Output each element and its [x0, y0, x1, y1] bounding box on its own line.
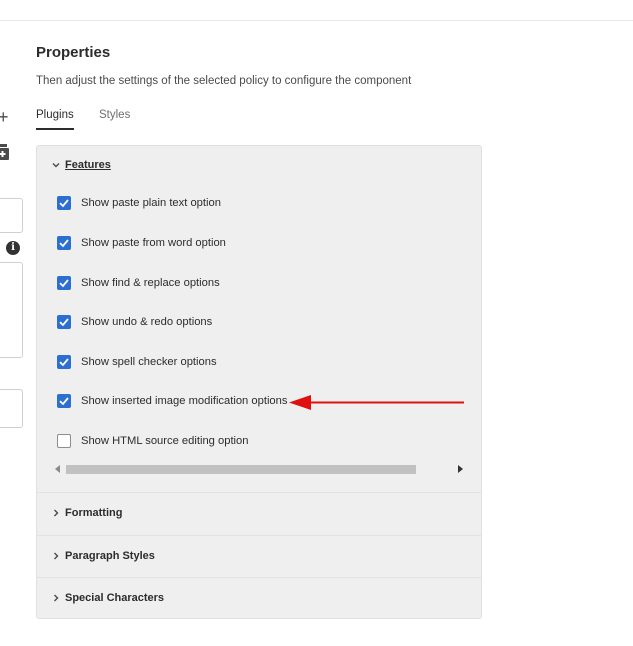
- accordion-header-features[interactable]: Features: [37, 146, 481, 186]
- scrollbar-thumb[interactable]: [66, 465, 416, 474]
- horizontal-scrollbar[interactable]: [55, 462, 463, 476]
- accordion-header-special-characters[interactable]: Special Characters: [37, 579, 481, 619]
- accordion-label-formatting: Formatting: [65, 507, 123, 519]
- info-icon[interactable]: i: [6, 241, 20, 255]
- checkbox-checked-icon: [57, 196, 71, 210]
- checkbox-label: Show HTML source editing option: [81, 435, 249, 447]
- policy-description-field[interactable]: [0, 262, 23, 358]
- divider: [37, 492, 481, 493]
- page-title: Properties: [36, 44, 111, 61]
- checkbox-checked-icon: [57, 236, 71, 250]
- checkbox-label: Show paste from word option: [81, 237, 226, 249]
- checkbox-label: Show undo & redo options: [81, 316, 213, 328]
- divider: [37, 577, 481, 578]
- divider: [37, 535, 481, 536]
- checkbox-checked-icon: [57, 315, 71, 329]
- add-icon[interactable]: +: [0, 108, 12, 126]
- scroll-left-icon[interactable]: [55, 465, 60, 473]
- checkbox-label: Show spell checker options: [81, 356, 217, 368]
- checkbox-label: Show find & replace options: [81, 277, 220, 289]
- checkbox-checked-icon: [57, 355, 71, 369]
- checkbox-checked-icon: [57, 394, 71, 408]
- policy-title-field[interactable]: [0, 198, 23, 233]
- policy-field[interactable]: [0, 389, 23, 428]
- chevron-right-icon: [54, 509, 59, 517]
- top-divider: [0, 20, 633, 21]
- accordion-label-paragraph-styles: Paragraph Styles: [65, 550, 155, 562]
- checkbox-unchecked-icon: [57, 434, 71, 448]
- chevron-right-icon: [54, 552, 59, 560]
- chevron-down-icon: [52, 163, 60, 168]
- chevron-right-icon: [54, 594, 59, 602]
- accordion-header-formatting[interactable]: Formatting: [37, 494, 481, 534]
- checkbox-checked-icon: [57, 276, 71, 290]
- duplicate-icon[interactable]: [0, 144, 11, 160]
- checkbox-label: Show paste plain text option: [81, 197, 221, 209]
- tab-styles[interactable]: Styles: [99, 109, 130, 128]
- page-description: Then adjust the settings of the selected…: [36, 75, 412, 87]
- tab-plugins[interactable]: Plugins: [36, 109, 74, 130]
- accordion-header-paragraph-styles[interactable]: Paragraph Styles: [37, 537, 481, 577]
- scroll-right-icon[interactable]: [458, 465, 463, 473]
- accordion-label-features: Features: [65, 159, 111, 171]
- checkbox-label: Show inserted image modification options: [81, 395, 288, 407]
- accordion-label-special-characters: Special Characters: [65, 592, 165, 604]
- plugins-accordion: Features Show paste plain text option Sh…: [36, 145, 482, 619]
